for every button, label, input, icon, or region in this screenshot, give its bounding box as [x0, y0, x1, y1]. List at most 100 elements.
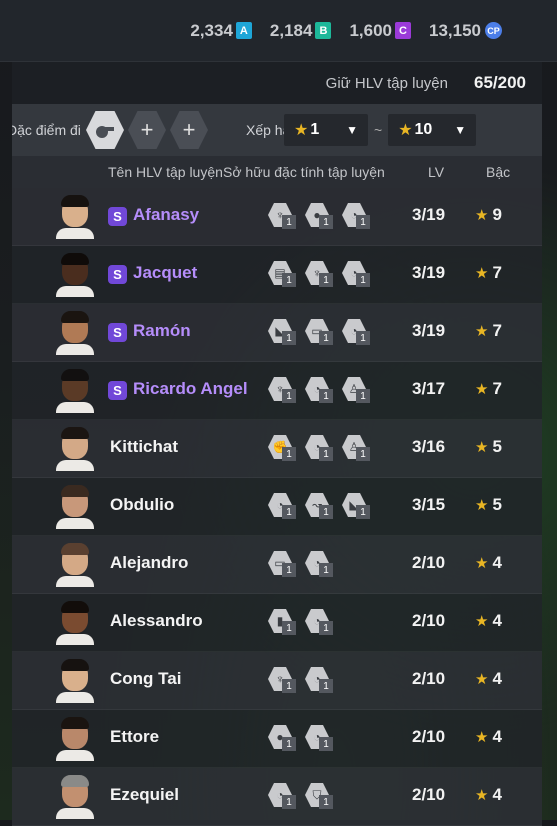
capacity-value: 65/200 [474, 73, 526, 92]
coach-level: 2/10 [412, 727, 446, 746]
avatar [56, 601, 94, 645]
coach-name: Jacquet [133, 263, 198, 282]
whistle-trait-icon[interactable]: ◔ 1 [305, 725, 335, 751]
coach-grade: ★ 4 [475, 727, 502, 747]
special-badge-icon: S [108, 323, 127, 342]
muscle-trait-icon[interactable]: ✊ 1 [268, 435, 298, 461]
currency-b: 2,184 B [270, 21, 332, 41]
whistle-trait-icon[interactable]: ◔ 1 [305, 435, 335, 461]
trait-level: 1 [356, 505, 370, 519]
tactic-trait-icon[interactable]: ↝ 1 [305, 493, 335, 519]
trophy-trait-icon[interactable]: ♆ 1 [268, 377, 298, 403]
capacity-row: Giữ HLV tập luyện 65/200 [12, 62, 542, 104]
coach-name: Cong Tai [110, 669, 182, 688]
goal-trait-icon[interactable]: ▭ 1 [305, 319, 335, 345]
ball-trait-icon[interactable]: ● 1 [268, 725, 298, 751]
rank-min-select[interactable]: ★ 1 ▼ [284, 114, 368, 146]
coach-level: 3/19 [412, 205, 446, 224]
trophy-trait-icon[interactable]: ♆ 1 [268, 667, 298, 693]
table-row[interactable]: S Jacquet ▤ 1 ♆ 1 ◔ 1 3/19 ★ 7 [12, 246, 542, 304]
table-row[interactable]: Alejandro ▭ 1 ◔ 1 2/10 ★ 4 [12, 536, 542, 594]
ball-trait-icon[interactable]: ● 1 [305, 203, 335, 229]
coach-level: 3/17 [412, 379, 446, 398]
table-row[interactable]: Obdulio ◔ 1 ↝ 1 ◣ 1 3/15 ★ 5 [12, 478, 542, 536]
rank-max-select[interactable]: ★ 10 ▼ [388, 114, 477, 146]
star-icon: ★ [475, 497, 489, 514]
avatar [56, 253, 94, 297]
whistle-trait-icon[interactable]: ◔ 1 [342, 261, 372, 287]
coach-name: Alessandro [110, 611, 203, 630]
star-icon: ★ [294, 122, 309, 139]
trophy-trait-icon[interactable]: ♆ 1 [305, 261, 335, 287]
coach-name: Afanasy [133, 205, 200, 224]
coach-name: Ettore [110, 727, 160, 746]
boot-trait-icon[interactable]: ◣ 1 [342, 493, 372, 519]
trait-level: 1 [319, 273, 333, 287]
column-grade-header[interactable]: Bậc [486, 164, 510, 180]
table-row[interactable]: Ezequiel ◔ 1 ⛉ 1 2/10 ★ 4 [12, 768, 542, 826]
trait-level: 1 [319, 679, 333, 693]
rank-filter-label: Xếp hạ [246, 122, 284, 138]
trait-level: 1 [319, 331, 333, 345]
coach-grade: ★ 9 [475, 205, 502, 225]
avatar [56, 717, 94, 761]
special-badge-icon: S [108, 265, 127, 284]
chevron-down-icon: ▼ [454, 123, 467, 137]
coach-name: Ramón [133, 321, 191, 340]
star-icon: ★ [475, 729, 489, 746]
currency-amount: 2,334 [190, 20, 233, 40]
trait-filter-slot-1[interactable] [86, 111, 124, 149]
table-row[interactable]: Kittichat ✊ 1 ◔ 1 ♙ 1 3/16 ★ 5 [12, 420, 542, 478]
whistle-trait-icon[interactable]: ◔ 1 [268, 493, 298, 519]
coach-grade: ★ 7 [475, 321, 502, 341]
trait-level: 1 [282, 679, 296, 693]
avatar [56, 485, 94, 529]
whistle-trait-icon[interactable]: ◔ 1 [342, 319, 372, 345]
table-row[interactable]: S Ricardo Angel ♆ 1 ◔ 1 ♙ 1 3/17 ★ 7 [12, 362, 542, 420]
currency-bar: 2,334 A 2,184 B 1,600 C 13,150 CP [0, 0, 557, 62]
add-trait-button[interactable]: + [128, 111, 166, 149]
star-icon: ★ [475, 323, 489, 340]
boot-trait-icon[interactable]: ◣ 1 [268, 319, 298, 345]
shirt-trait-icon[interactable]: ♙ 1 [342, 377, 372, 403]
grade-value: 4 [492, 727, 502, 746]
special-badge-icon: S [108, 381, 127, 400]
trait-level: 1 [356, 447, 370, 461]
column-lv-header[interactable]: LV [428, 164, 444, 180]
coach-grade: ★ 5 [475, 437, 502, 457]
trait-list: ▮ 1 ◔ 1 [268, 609, 342, 635]
trait-list: ◔ 1 ↝ 1 ◣ 1 [268, 493, 379, 519]
column-name-header[interactable]: Tên HLV tập luyện [108, 164, 223, 180]
whistle-trait-icon[interactable]: ◔ 1 [305, 377, 335, 403]
whistle-trait-icon[interactable]: ◔ 1 [305, 609, 335, 635]
whistle-trait-icon[interactable]: ◔ 1 [305, 667, 335, 693]
table-row[interactable]: Ettore ● 1 ◔ 1 2/10 ★ 4 [12, 710, 542, 768]
whistle-trait-icon[interactable]: ◔ 1 [268, 783, 298, 809]
trait-level: 1 [282, 331, 296, 345]
goal-trait-icon[interactable]: ▭ 1 [268, 551, 298, 577]
table-row[interactable]: Alessandro ▮ 1 ◔ 1 2/10 ★ 4 [12, 594, 542, 652]
table-header: Tên HLV tập luyện Sở hữu đặc tính tập lu… [12, 156, 542, 188]
column-traits-header[interactable]: Sở hữu đặc tính tập luyện [223, 164, 385, 180]
bottle-trait-icon[interactable]: ▮ 1 [268, 609, 298, 635]
trophy-trait-icon[interactable]: ♆ 1 [268, 203, 298, 229]
trait-level: 1 [319, 215, 333, 229]
plus-icon: + [140, 117, 154, 142]
rank-max-value: 10 [414, 121, 433, 138]
coach-level: 2/10 [412, 553, 446, 572]
shield-trait-icon[interactable]: ⛉ 1 [305, 783, 335, 809]
whistle-trait-icon[interactable]: ◔ 1 [342, 203, 372, 229]
trait-level: 1 [319, 505, 333, 519]
coach-name: Obdulio [110, 495, 175, 514]
whistle-trait-icon[interactable]: ◔ 1 [305, 551, 335, 577]
shirt-trait-icon[interactable]: ♙ 1 [342, 435, 372, 461]
table-row[interactable]: S Afanasy ♆ 1 ● 1 ◔ 1 3/19 ★ 9 [12, 188, 542, 246]
add-trait-button[interactable]: + [170, 111, 208, 149]
table-row[interactable]: Cong Tai ♆ 1 ◔ 1 2/10 ★ 4 [12, 652, 542, 710]
board-trait-icon[interactable]: ▤ 1 [268, 261, 298, 287]
star-icon: ★ [475, 555, 489, 572]
table-row[interactable]: S Ramón ◣ 1 ▭ 1 ◔ 1 3/19 ★ 7 [12, 304, 542, 362]
star-icon: ★ [475, 787, 489, 804]
coach-level: 3/15 [412, 495, 446, 514]
coach-level: 2/10 [412, 785, 446, 804]
